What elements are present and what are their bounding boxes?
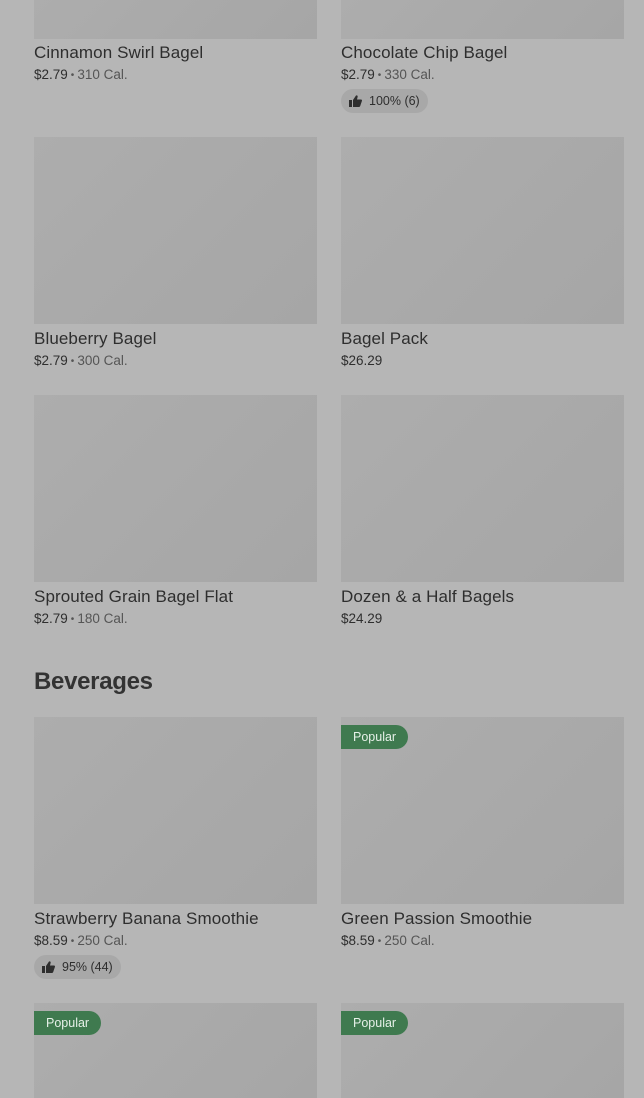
popular-badge: Popular [341,1011,409,1035]
item-image[interactable]: Popular [341,1003,624,1098]
item-name: Bagel Pack [341,329,428,348]
separator: • [377,936,382,947]
popular-badge: Popular [34,1011,102,1035]
item-calories: 330 Cal. [384,67,435,82]
rating-text: 100% (6) [369,94,420,108]
item-price-calories: $8.59 • 250 Cal. [34,933,128,948]
separator: • [70,70,75,81]
item-price: $8.59 [34,933,68,948]
item-price: $24.29 [341,611,383,626]
menu-item-card[interactable]: Popular Green Passion Smoothie $8.59 • 250… [341,717,624,948]
popular-badge: Popular [341,725,409,749]
item-image[interactable] [341,0,624,39]
menu-page: Cinnamon Swirl Bagel $2.79 • 310 Cal. Choc… [0,0,644,1098]
item-price: $26.29 [341,353,383,368]
item-price: $2.79 [341,67,375,82]
thumbs-up-icon [42,961,55,973]
item-calories: 310 Cal. [77,67,128,82]
item-image[interactable] [34,717,317,904]
menu-item-card[interactable]: Chocolate Chip Bagel $2.79 • 330 Cal. 100%… [341,0,624,113]
menu-item-card[interactable]: Popular [341,1003,624,1098]
item-price: $2.79 [34,611,68,626]
item-image[interactable] [341,395,624,582]
item-calories: 300 Cal. [77,353,128,368]
item-name: Strawberry Banana Smoothie [34,909,259,928]
item-name: Green Passion Smoothie [341,909,533,928]
item-image[interactable] [341,137,624,324]
menu-item-card[interactable]: Sprouted Grain Bagel Flat $2.79 • 180 Cal. [34,395,317,626]
item-image[interactable]: Popular [34,1003,317,1098]
rating-badge: 100% (6) [341,89,428,113]
separator: • [70,614,75,625]
item-price: $2.79 [34,353,68,368]
rating-badge: 95% (44) [34,955,121,979]
menu-item-card[interactable]: Bagel Pack $26.29 [341,137,624,368]
item-name: Chocolate Chip Bagel [341,43,508,62]
item-price: $2.79 [34,67,68,82]
item-image[interactable] [34,137,317,324]
item-price-calories: $8.59 • 250 Cal. [341,933,435,948]
item-name: Cinnamon Swirl Bagel [34,43,204,62]
item-image[interactable] [34,0,317,39]
menu-item-card[interactable]: Blueberry Bagel $2.79 • 300 Cal. [34,137,317,368]
item-price-calories: $2.79 • 310 Cal. [34,67,128,82]
item-image[interactable]: Popular [341,717,624,904]
thumbs-up-icon [349,95,362,107]
item-name: Sprouted Grain Bagel Flat [34,587,234,606]
item-calories: 250 Cal. [384,933,435,948]
section-title: Beverages [34,668,153,695]
item-calories: 250 Cal. [77,933,128,948]
rating-text: 95% (44) [62,960,113,974]
menu-item-card[interactable]: Popular [34,1003,317,1098]
item-price: $8.59 [341,933,375,948]
item-name: Dozen & a Half Bagels [341,587,515,606]
menu-item-card[interactable]: Cinnamon Swirl Bagel $2.79 • 310 Cal. [34,0,317,82]
item-calories: 180 Cal. [77,611,128,626]
item-image[interactable] [34,395,317,582]
item-price-calories: $26.29 [341,353,382,368]
separator: • [70,356,75,367]
menu-item-card[interactable]: Dozen & a Half Bagels $24.29 [341,395,624,626]
separator: • [70,936,75,947]
item-price-calories: $2.79 • 330 Cal. [341,67,435,82]
item-price-calories: $2.79 • 300 Cal. [34,353,128,368]
item-price-calories: $2.79 • 180 Cal. [34,611,128,626]
menu-item-card[interactable]: Strawberry Banana Smoothie $8.59 • 250 Cal… [34,717,317,979]
item-name: Blueberry Bagel [34,329,157,348]
separator: • [377,70,382,81]
item-price-calories: $24.29 [341,611,382,626]
